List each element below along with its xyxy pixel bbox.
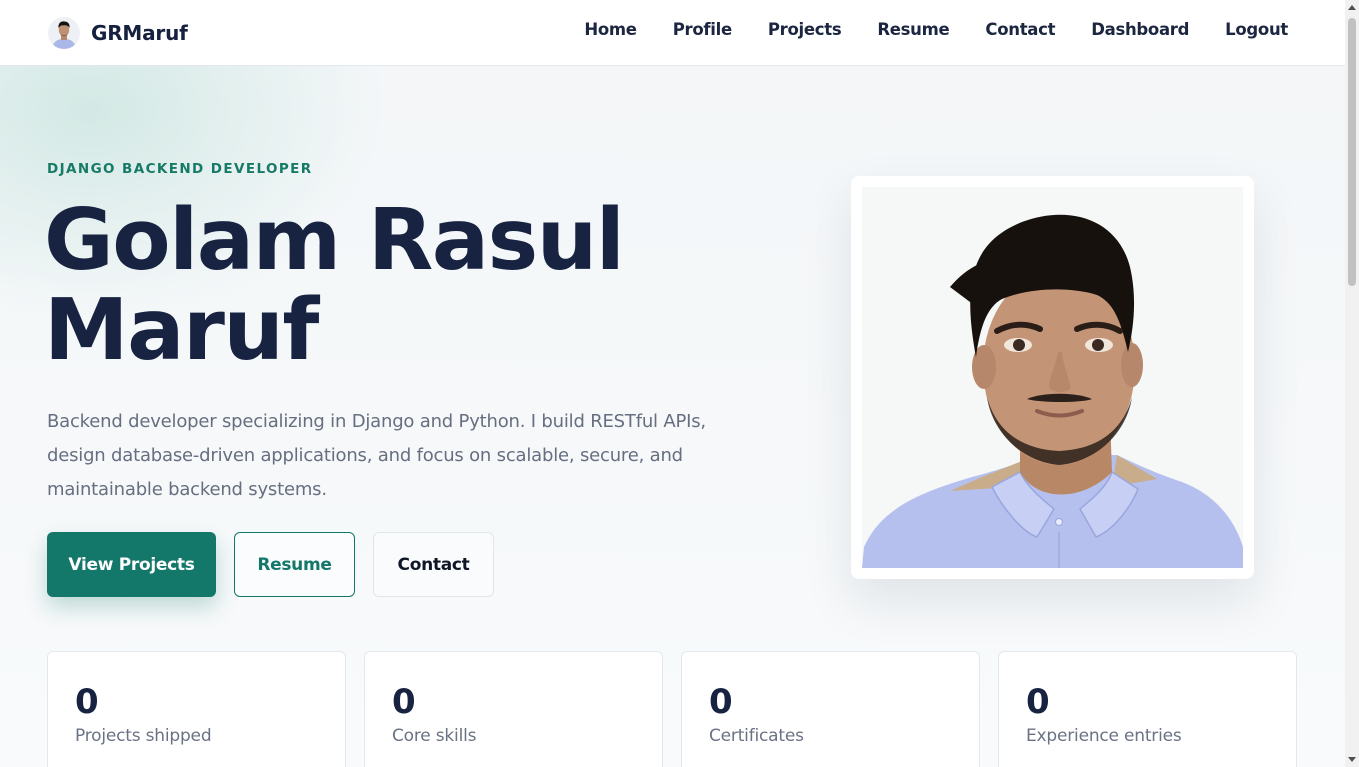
- brand-link[interactable]: GRMaruf: [48, 14, 188, 52]
- page: GRMaruf Home Profile Projects Resume Con…: [0, 0, 1359, 767]
- hero-title-line2: Maruf: [44, 281, 319, 380]
- stat-card-projects: 0 Projects shipped: [47, 651, 346, 767]
- hero-description: Backend developer specializing in Django…: [47, 411, 706, 500]
- nav-home[interactable]: Home: [584, 20, 637, 39]
- stat-value: 0: [1026, 682, 1050, 722]
- stat-label: Core skills: [392, 726, 477, 746]
- view-projects-button[interactable]: View Projects: [47, 532, 216, 597]
- stat-label: Certificates: [709, 726, 804, 746]
- stat-card-skills: 0 Core skills: [364, 651, 663, 767]
- profile-photo: [862, 187, 1243, 568]
- page-scrollbar[interactable]: [1345, 0, 1359, 767]
- stat-value: 0: [75, 682, 99, 722]
- stat-label: Projects shipped: [75, 726, 212, 746]
- scroll-thumb[interactable]: [1348, 18, 1356, 286]
- hero-eyebrow: DJANGO BACKEND DEVELOPER: [47, 161, 313, 177]
- stat-value: 0: [392, 682, 416, 722]
- resume-button[interactable]: Resume: [234, 532, 355, 597]
- stat-card-experience: 0 Experience entries: [998, 651, 1297, 767]
- nav-projects[interactable]: Projects: [768, 20, 842, 39]
- scroll-up-arrow-icon[interactable]: [1348, 5, 1356, 10]
- brand-name: GRMaruf: [91, 21, 188, 45]
- hero-title-line1: Golam Rasul: [44, 191, 625, 290]
- main-nav: Home Profile Projects Resume Contact Das…: [548, 20, 1288, 39]
- stat-label: Experience entries: [1026, 726, 1182, 746]
- stat-value: 0: [709, 682, 733, 722]
- stat-card-certificates: 0 Certificates: [681, 651, 980, 767]
- profile-photo-card: [851, 176, 1254, 579]
- scroll-down-arrow-icon[interactable]: [1348, 757, 1356, 762]
- contact-button[interactable]: Contact: [373, 532, 494, 597]
- nav-dashboard[interactable]: Dashboard: [1091, 20, 1189, 39]
- site-header: GRMaruf Home Profile Projects Resume Con…: [0, 0, 1345, 66]
- nav-contact[interactable]: Contact: [985, 20, 1055, 39]
- avatar: [48, 17, 80, 49]
- nav-logout[interactable]: Logout: [1225, 20, 1288, 39]
- nav-resume[interactable]: Resume: [877, 20, 949, 39]
- hero-title: Golam Rasul Maruf: [44, 196, 804, 376]
- nav-profile[interactable]: Profile: [673, 20, 732, 39]
